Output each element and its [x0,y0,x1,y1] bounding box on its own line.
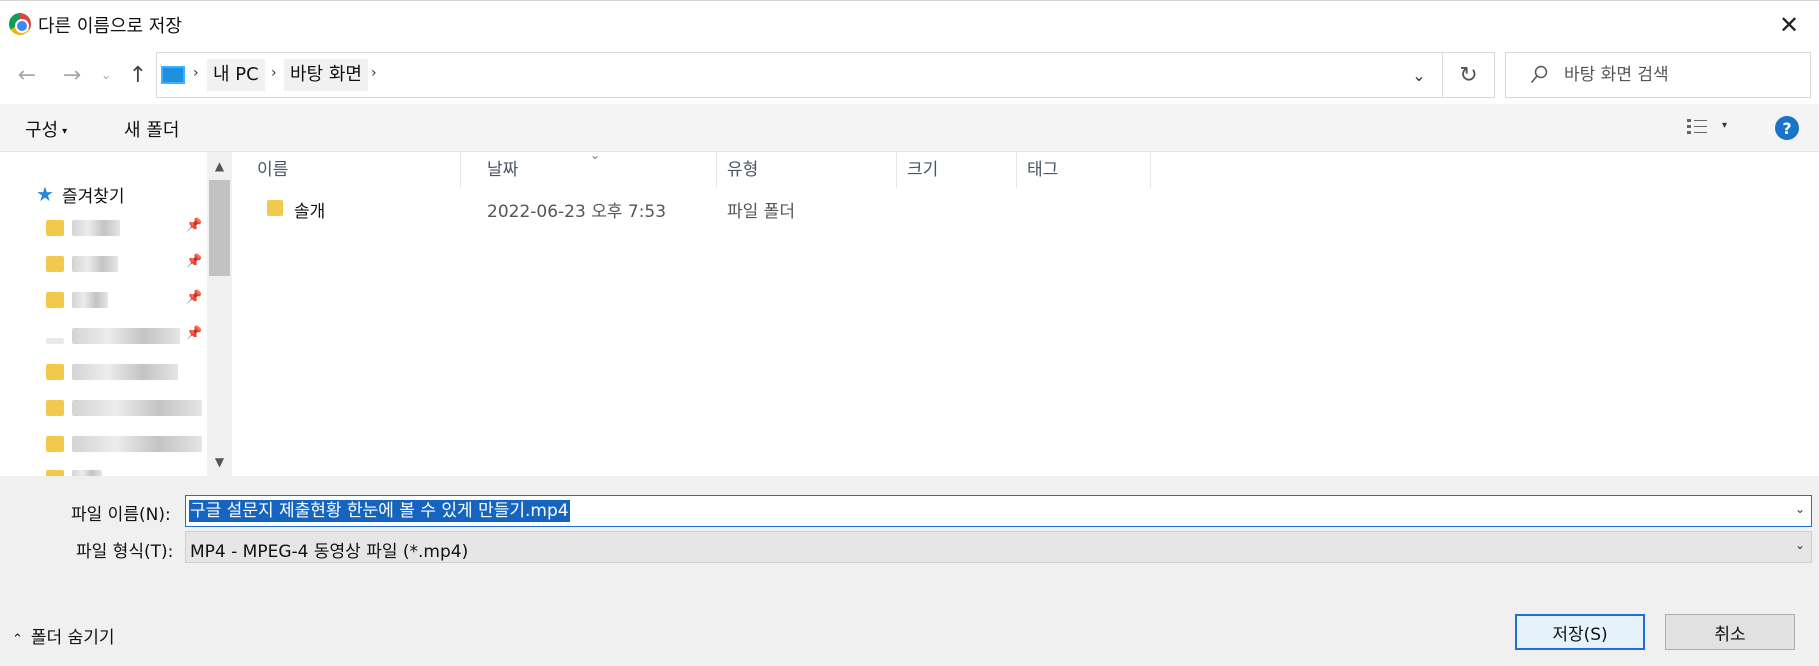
title-bar: 다른 이름으로 저장 ✕ [0,0,1819,48]
breadcrumb-separator-icon[interactable]: › [271,65,277,81]
window-title: 다른 이름으로 저장 [38,16,182,37]
new-folder-button[interactable]: 새 폴더 [124,116,179,142]
arrow-up-icon: ↑ [128,62,148,88]
search-box[interactable] [1505,52,1811,98]
redacted-label [72,400,202,416]
redacted-label [72,220,120,236]
folder-icon [46,292,64,308]
refresh-button[interactable]: ↻ [1443,52,1495,98]
redacted-label [72,256,118,272]
chrome-icon [9,13,31,35]
address-bar[interactable]: › 내 PC › 바탕 화면 › ⌄ [156,52,1443,98]
triangle-down-icon: ▼ [214,455,225,469]
organize-button[interactable]: 구성 ▾ [25,116,67,142]
chevron-down-icon[interactable]: ⌄ [1795,538,1805,552]
breadcrumb-separator-icon[interactable]: › [193,65,199,81]
column-header-size[interactable]: 크기 [897,152,1017,188]
toolbar: 구성 ▾ 새 폴더 ▾ ? [0,104,1819,152]
chevron-down-icon: ⌄ [100,68,112,82]
recent-locations-button[interactable]: ⌄ [97,60,115,90]
up-button[interactable]: ↑ [123,60,153,90]
redacted-label [72,436,202,452]
organize-label: 구성 [25,120,59,141]
favorite-item[interactable]: 📌 [46,324,206,348]
file-name: 솔개 [294,202,326,222]
search-icon [1530,65,1548,83]
breadcrumb-separator-icon[interactable]: › [371,65,377,81]
folder-icon [46,220,64,236]
back-button[interactable]: ← [12,60,42,90]
view-dropdown-icon[interactable]: ▾ [1722,120,1727,131]
file-date: 2022-06-23 오후 7:53 [487,202,667,222]
folder-icon [46,338,64,344]
folder-icon [46,364,64,380]
filetype-select[interactable]: MP4 - MPEG-4 동영상 파일 (*.mp4) ⌄ [185,531,1812,563]
chevron-up-icon: ⌃ [12,632,23,647]
hide-folders-label: 폴더 숨기기 [30,628,115,648]
favorite-item[interactable] [46,360,206,384]
close-button[interactable]: ✕ [1759,1,1819,49]
redacted-label [72,328,180,344]
navigation-bar: ← → ⌄ ↑ › 내 PC › 바탕 화면 › ⌄ ↻ [0,48,1819,104]
pin-icon: 📌 [186,290,203,305]
favorite-item[interactable]: 📌 [46,216,206,240]
cancel-button[interactable]: 취소 [1665,614,1795,650]
close-icon: ✕ [1778,11,1800,39]
breadcrumb-desktop[interactable]: 바탕 화면 [284,59,368,91]
hide-folders-button[interactable]: ⌃ 폴더 숨기기 [12,623,115,648]
pin-icon: 📌 [186,218,203,233]
folder-icon [46,436,64,452]
favorite-item[interactable]: 📌 [46,252,206,276]
breadcrumb-this-pc[interactable]: 내 PC [207,59,265,91]
table-row[interactable]: 솔개 2022-06-23 오후 7:53 파일 폴더 [232,192,1132,224]
file-type: 파일 폴더 [727,202,795,222]
folder-icon [46,256,64,272]
desktop-icon [161,66,185,84]
scroll-down-button[interactable]: ▼ [207,448,232,476]
forward-button[interactable]: → [57,60,87,90]
column-header-date[interactable]: 날짜 [477,152,717,188]
caret-down-icon: ▾ [62,126,68,137]
column-header-tags[interactable]: 태그 [1017,152,1151,188]
address-dropdown-button[interactable]: ⌄ [1396,53,1442,97]
favorites-label[interactable]: 즐겨찾기 [62,182,125,207]
view-options-icon[interactable] [1686,118,1708,136]
triangle-up-icon: ▲ [214,159,225,173]
favorite-item[interactable]: 📌 [46,288,206,312]
column-header-name[interactable]: 이름 [247,152,461,188]
pin-icon: 📌 [186,326,203,341]
filename-value[interactable]: 구글 설문지 제출현황 한눈에 볼 수 있게 만들기.mp4 [189,500,570,522]
filename-input[interactable]: 구글 설문지 제출현황 한눈에 볼 수 있게 만들기.mp4 ⌄ [185,495,1812,527]
star-icon: ★ [36,182,54,206]
file-list: 이름 ⌄ 날짜 유형 크기 태그 솔개 2022-06-23 오후 7:53 파… [232,148,1819,476]
filename-label: 파일 이름(N): [71,505,171,525]
favorite-item[interactable] [46,432,206,456]
refresh-icon: ↻ [1459,62,1478,88]
search-input[interactable] [1564,53,1804,97]
arrow-left-icon: ← [17,62,37,88]
scroll-up-button[interactable]: ▲ [207,152,232,180]
redacted-label [72,364,178,380]
redacted-label [72,292,108,308]
filetype-label: 파일 형식(T): [76,542,174,562]
navigation-pane: ★ 즐겨찾기 📌 📌 📌 📌 [0,152,232,476]
scrollbar-thumb[interactable] [209,180,230,276]
save-panel: 파일 이름(N): 구글 설문지 제출현황 한눈에 볼 수 있게 만들기.mp4… [0,476,1819,666]
pin-icon: 📌 [186,254,203,269]
chevron-down-icon[interactable]: ⌄ [1795,502,1805,516]
favorite-item[interactable] [46,466,206,476]
save-button[interactable]: 저장(S) [1515,614,1645,650]
folder-icon [46,400,64,416]
folder-icon [267,200,283,216]
nav-pane-scrollbar[interactable]: ▲ ▼ [207,152,232,476]
chevron-down-icon: ⌄ [1412,65,1426,85]
favorite-item[interactable] [46,396,206,420]
column-header-type[interactable]: 유형 [717,152,897,188]
help-icon[interactable]: ? [1775,116,1799,140]
filetype-value: MP4 - MPEG-4 동영상 파일 (*.mp4) [190,542,469,562]
arrow-right-icon: → [62,62,82,88]
